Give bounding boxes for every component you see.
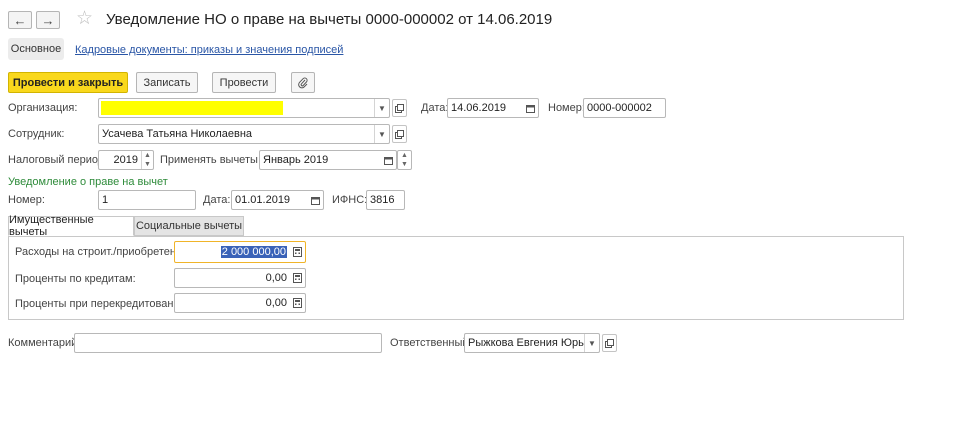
refinance-field[interactable]: 0,00 [174, 293, 306, 313]
number-value: 0000-000002 [587, 102, 652, 114]
favorite-star-icon[interactable]: ☆ [76, 8, 93, 30]
responsible-open-button[interactable] [602, 334, 617, 352]
loan-interest-value: 0,00 [265, 272, 287, 284]
calendar-icon[interactable] [308, 191, 323, 209]
comment-label: Комментарий: [8, 337, 81, 349]
refinance-label: Проценты при перекредитовании: [15, 298, 189, 310]
tax-period-stepper[interactable]: ▲ ▼ [141, 151, 153, 169]
calendar-icon[interactable] [523, 99, 538, 117]
construction-field[interactable]: 2 000 000,00 [174, 241, 306, 263]
employee-field[interactable]: Усачева Татьяна Николаевна ▼ [98, 124, 390, 144]
save-button[interactable]: Записать [136, 72, 198, 93]
calculator-icon[interactable] [290, 294, 305, 312]
calculator-icon[interactable] [290, 269, 305, 287]
employee-label: Сотрудник: [8, 128, 65, 140]
tax-period-value: 2019 [113, 154, 138, 166]
loan-interest-label: Проценты по кредитам: [15, 273, 136, 285]
attach-button[interactable] [291, 72, 315, 93]
back-arrow-icon: ← [13, 12, 27, 28]
notification-number-field[interactable]: 1 [98, 190, 196, 210]
responsible-dropdown-icon[interactable]: ▼ [584, 334, 599, 352]
comment-field[interactable] [74, 333, 382, 353]
open-icon [395, 103, 404, 113]
calculator-icon[interactable] [290, 242, 305, 262]
responsible-field[interactable]: Рыжкова Евгения Юрьеві ▼ [464, 333, 600, 353]
responsible-value: Рыжкова Евгения Юрьеві [468, 337, 584, 349]
loan-interest-field[interactable]: 0,00 [174, 268, 306, 288]
responsible-label: Ответственный: [390, 337, 472, 349]
notification-number-label: Номер: [8, 194, 45, 206]
window-title: Уведомление НО о праве на вычеты 0000-00… [106, 11, 553, 28]
post-and-close-button[interactable]: Провести и закрыть [8, 72, 128, 93]
ifns-field[interactable]: 3816 [366, 190, 405, 210]
date-field[interactable]: 14.06.2019 [447, 98, 539, 118]
notification-date-value: 01.01.2019 [235, 194, 291, 206]
org-field[interactable]: ▼ [98, 98, 390, 118]
forward-arrow-icon: → [41, 12, 55, 28]
post-button[interactable]: Провести [212, 72, 276, 93]
org-redaction [101, 101, 283, 115]
employee-value: Усачева Татьяна Николаевна [102, 128, 253, 140]
notification-date-label: Дата: [203, 194, 231, 206]
org-open-button[interactable] [392, 99, 407, 117]
open-icon [395, 129, 404, 139]
construction-label: Расходы на строит./приобретение: [15, 246, 192, 258]
employee-open-button[interactable] [392, 125, 407, 143]
open-icon [605, 338, 614, 348]
calendar-icon[interactable] [381, 151, 396, 169]
org-label: Организация: [8, 102, 78, 114]
forward-button[interactable]: → [36, 11, 60, 29]
ifns-value: 3816 [370, 194, 395, 206]
apply-from-value: Январь 2019 [263, 154, 329, 166]
apply-from-stepper[interactable]: ▲ ▼ [397, 150, 412, 170]
hr-documents-link[interactable]: Кадровые документы: приказы и значения п… [75, 44, 343, 56]
notification-number-value: 1 [102, 194, 109, 206]
paperclip-icon [298, 77, 308, 88]
date-label: Дата: [421, 102, 449, 114]
construction-value: 2 000 000,00 [220, 246, 287, 258]
tab-main[interactable]: Основное [8, 38, 64, 60]
apply-from-label: Применять вычеты с: [160, 154, 270, 166]
tab-social-deductions[interactable]: Социальные вычеты [134, 216, 244, 236]
number-field[interactable]: 0000-000002 [583, 98, 666, 118]
notification-section-title: Уведомление о праве на вычет [8, 176, 168, 188]
back-button[interactable]: ← [8, 11, 32, 29]
apply-from-field[interactable]: Январь 2019 [259, 150, 397, 170]
employee-dropdown-icon[interactable]: ▼ [374, 125, 389, 143]
number-label: Номер: [548, 102, 585, 114]
tax-period-field[interactable]: 2019 ▲ ▼ [98, 150, 154, 170]
notification-date-field[interactable]: 01.01.2019 [231, 190, 324, 210]
ifns-label: ИФНС: [332, 194, 368, 206]
org-dropdown-icon[interactable]: ▼ [374, 99, 389, 117]
refinance-value: 0,00 [265, 297, 287, 309]
tab-property-deductions[interactable]: Имущественные вычеты [8, 214, 134, 238]
tax-period-label: Налоговый период: [8, 154, 108, 166]
date-value: 14.06.2019 [451, 102, 507, 114]
